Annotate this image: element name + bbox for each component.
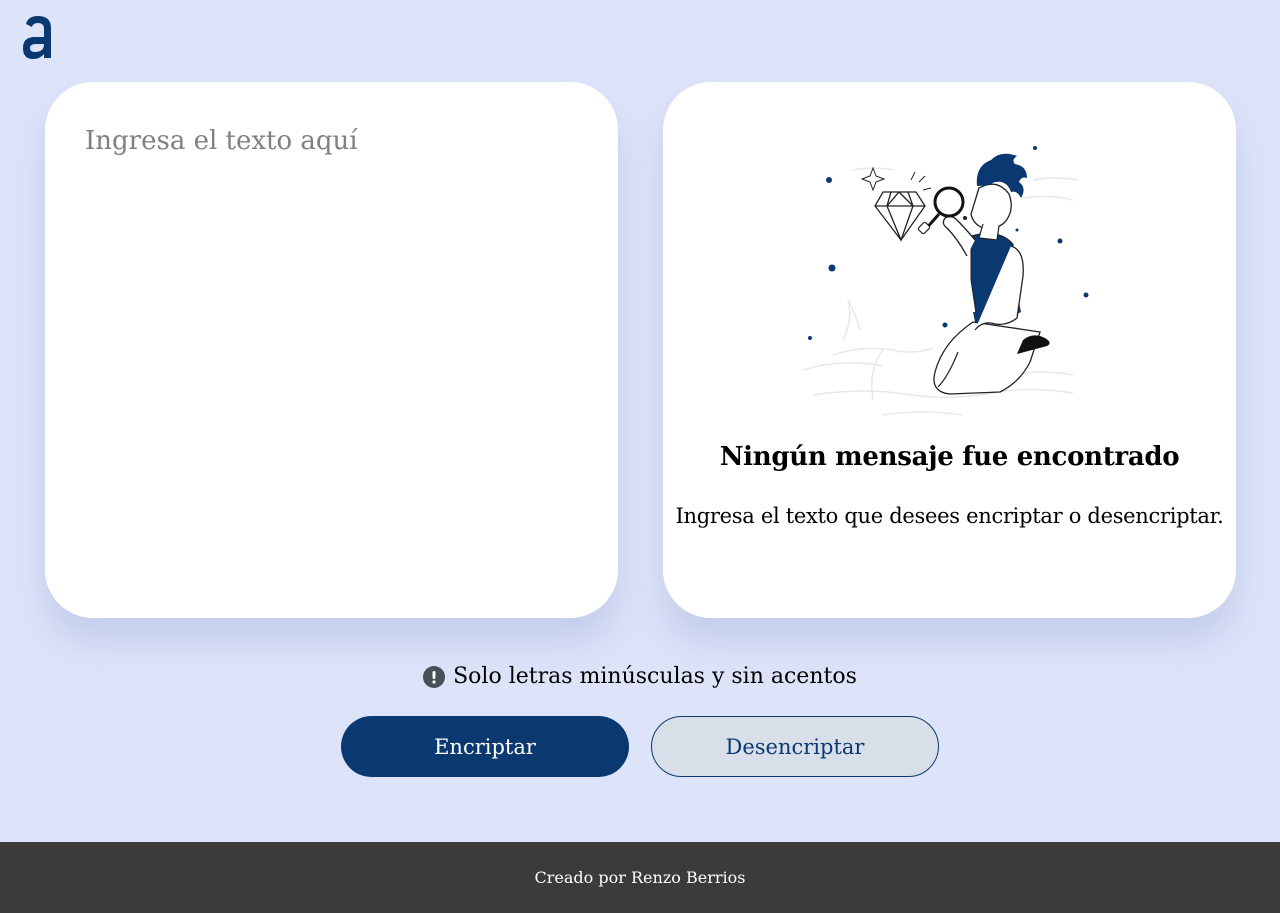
footer: Creado por Renzo Berrios — [0, 842, 1280, 913]
hint-text: Solo letras minúsculas y sin acentos — [453, 664, 857, 689]
output-panel: Ningún mensaje fue encontrado Ingresa el… — [663, 82, 1236, 618]
text-input[interactable] — [85, 126, 575, 566]
exclamation-circle-icon — [423, 665, 446, 688]
person-magnifying-glass-illustration — [802, 146, 1089, 416]
alura-logo-icon[interactable] — [18, 12, 58, 64]
footer-credit: Creado por Renzo Berrios — [534, 868, 746, 887]
input-hint: Solo letras minúsculas y sin acentos — [0, 664, 1280, 694]
input-panel — [45, 82, 618, 618]
no-message-description: Ingresa el texto que desees encriptar o … — [675, 504, 1224, 528]
encrypt-button[interactable]: Encriptar — [341, 716, 629, 777]
decrypt-button[interactable]: Desencriptar — [651, 716, 939, 777]
no-message-title: Ningún mensaje fue encontrado — [719, 442, 1180, 472]
